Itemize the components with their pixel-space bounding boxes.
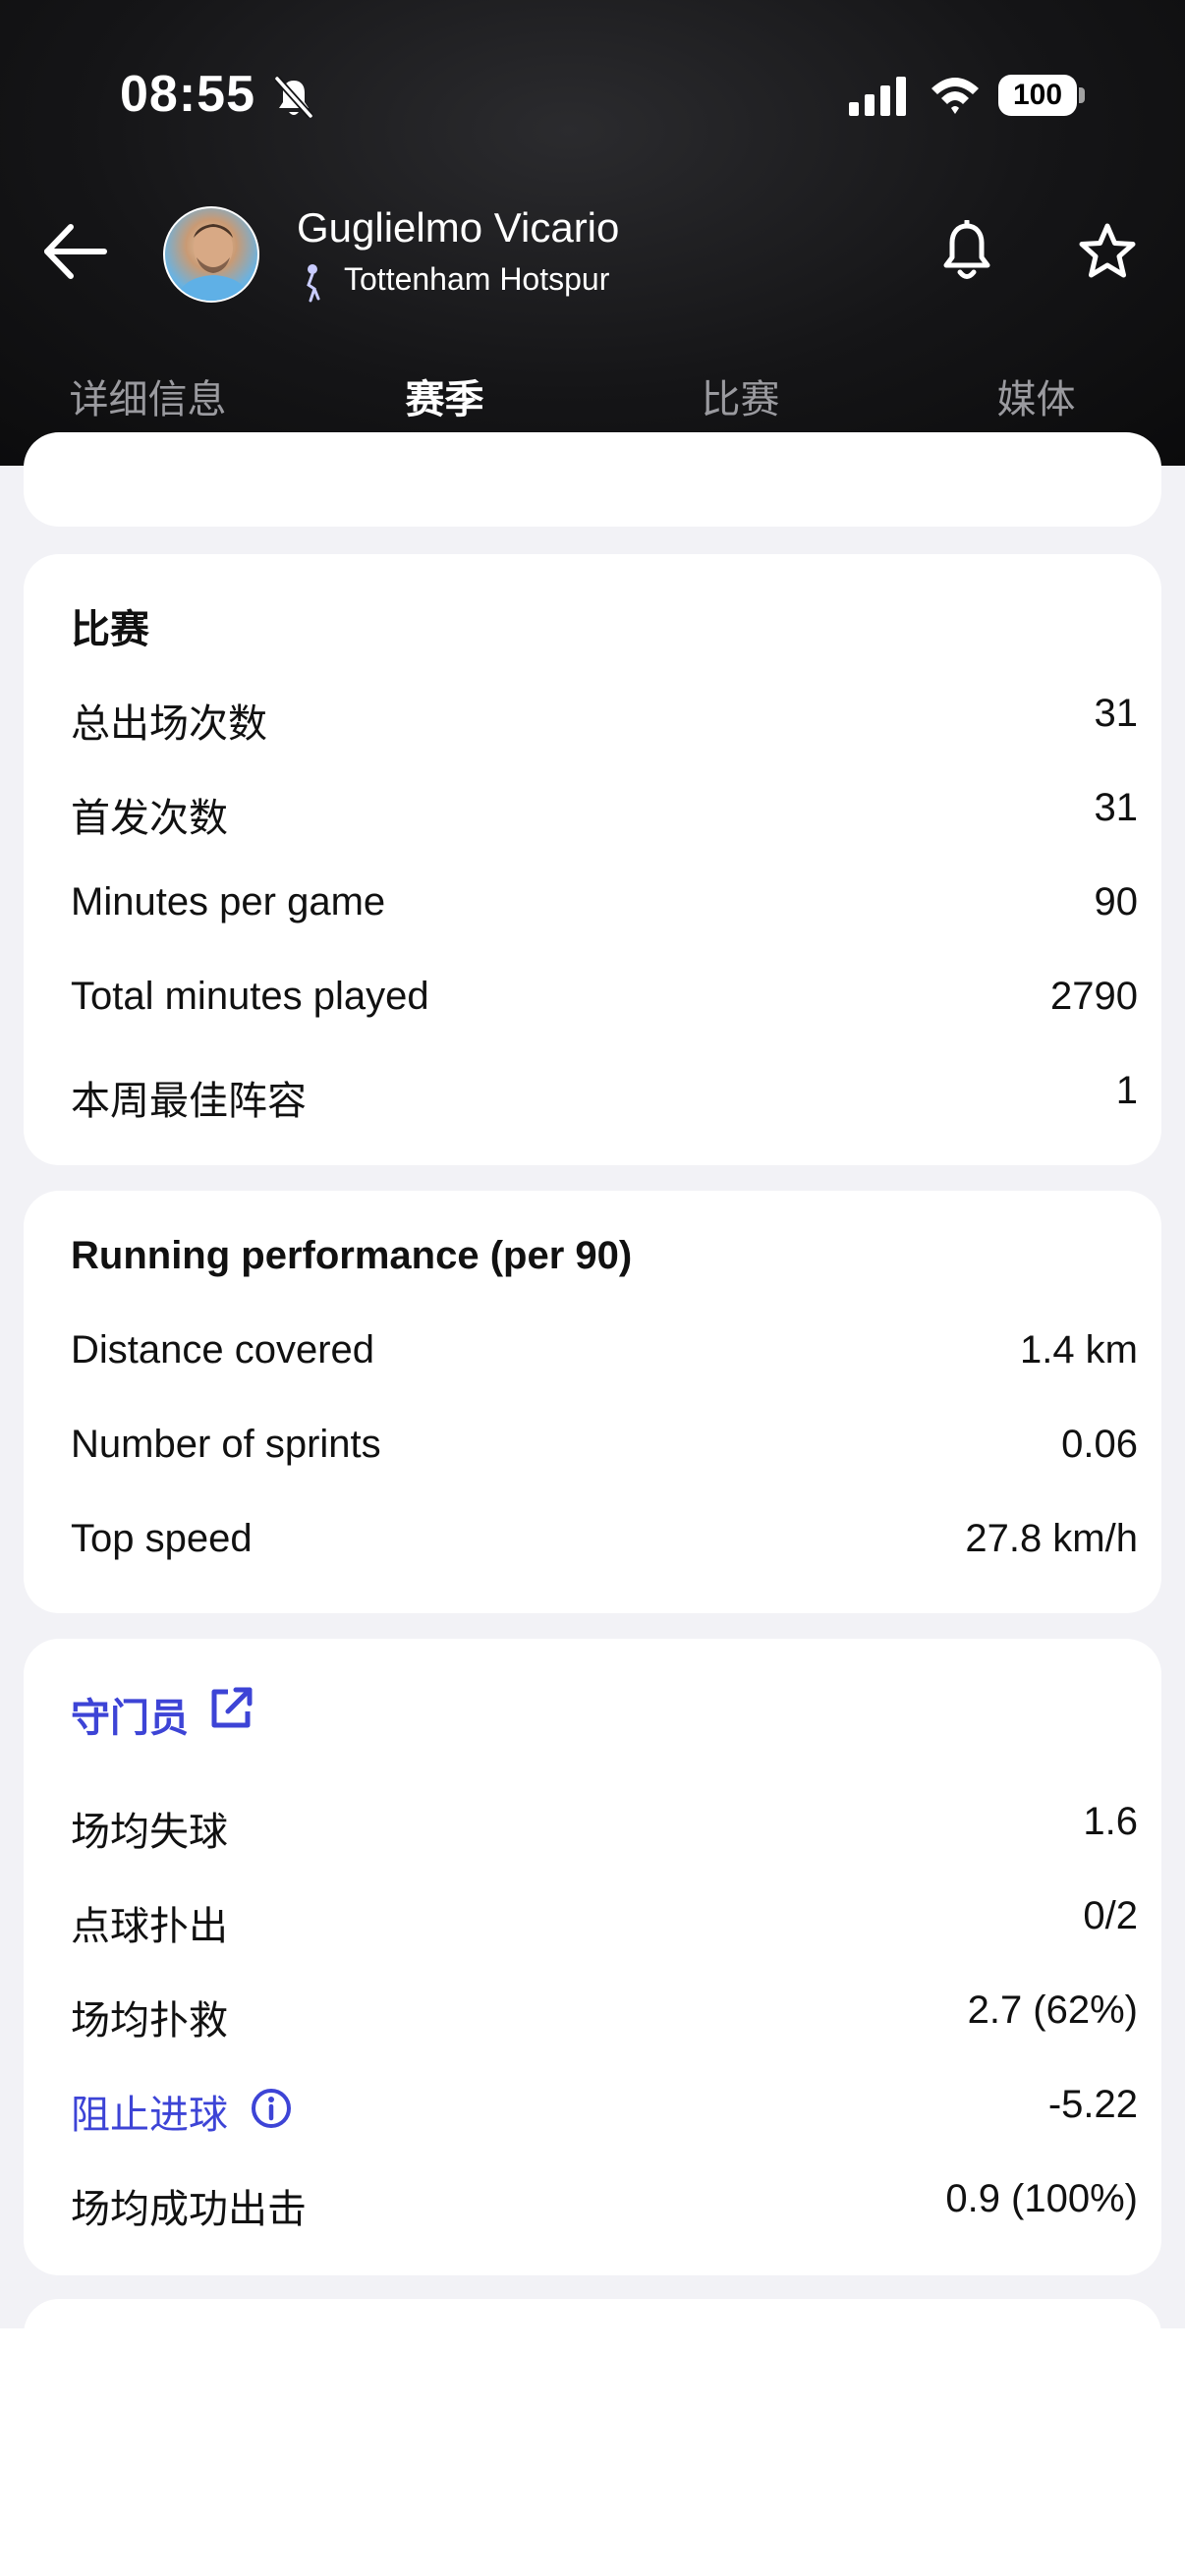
matches-card-title: 比赛 xyxy=(71,608,149,651)
stat-row: 点球扑出 0/2 xyxy=(71,1894,1138,1953)
battery-level: 100 xyxy=(1012,79,1063,111)
stat-row-goals-prevented[interactable]: 阻止进球 -5.22 xyxy=(71,2083,1138,2142)
stat-label: Total minutes played xyxy=(71,975,429,1018)
stat-label: 场均扑救 xyxy=(71,1999,228,2043)
player-avatar xyxy=(163,206,259,303)
stat-row: Minutes per game 90 xyxy=(71,880,1138,939)
stat-label: 总出场次数 xyxy=(71,702,267,746)
goalkeeper-card-title[interactable]: 守门员 xyxy=(71,1686,189,1743)
stat-value: 31 xyxy=(1094,692,1139,735)
goalkeeper-card: 守门员 场均失球 1.6 点球扑出 0/2 场均扑救 2.7 (62%) 阻止进… xyxy=(24,1639,1161,2275)
star-icon[interactable] xyxy=(1077,222,1138,281)
stat-label: Top speed xyxy=(71,1517,253,1560)
stat-value: 0/2 xyxy=(1083,1894,1138,1937)
player-name: Guglielmo Vicario xyxy=(297,204,620,251)
stat-label: 场均成功出击 xyxy=(71,2188,307,2231)
avatar-portrait xyxy=(175,224,252,301)
club-name[interactable]: Tottenham Hotspur xyxy=(344,261,609,298)
stat-value: 0.9 (100%) xyxy=(945,2177,1138,2220)
stat-label: 本周最佳阵容 xyxy=(71,1080,307,1123)
battery-icon: 100 xyxy=(998,75,1077,116)
stat-value: 2790 xyxy=(1050,975,1138,1018)
stat-row: 场均扑救 2.7 (62%) xyxy=(71,1988,1138,2047)
club-crest-icon xyxy=(307,264,320,303)
stat-row: 场均失球 1.6 xyxy=(71,1800,1138,1859)
stat-label: 点球扑出 xyxy=(71,1905,228,1948)
stat-value: -5.22 xyxy=(1047,2083,1138,2126)
stat-value: 1.6 xyxy=(1083,1800,1138,1843)
running-card-title: Running performance (per 90) xyxy=(71,1234,633,1277)
stat-label: Number of sprints xyxy=(71,1423,381,1466)
stat-label: 场均失球 xyxy=(71,1811,228,1854)
stat-value: 27.8 km/h xyxy=(965,1517,1138,1560)
stat-row: 首发次数 31 xyxy=(71,786,1138,845)
stat-row: 本周最佳阵容 1 xyxy=(71,1069,1138,1128)
stat-label: 首发次数 xyxy=(71,797,228,840)
wifi-icon xyxy=(931,78,979,114)
bottom-fill xyxy=(0,2328,1185,2576)
stat-value: 1 xyxy=(1115,1069,1138,1112)
signal-icon xyxy=(849,77,906,116)
back-arrow-icon[interactable] xyxy=(39,221,110,282)
stat-row: 场均成功出击 0.9 (100%) xyxy=(71,2177,1138,2236)
bell-icon[interactable] xyxy=(939,220,994,285)
stat-label[interactable]: 阻止进球 xyxy=(71,2083,228,2140)
stat-value: 1.4 km xyxy=(1019,1328,1138,1372)
stat-row: Distance covered 1.4 km xyxy=(71,1328,1138,1387)
external-link-icon[interactable] xyxy=(208,1686,254,1731)
app-header: 08:55 100 Guglielmo Vicario Tottenham Ho… xyxy=(0,0,1185,466)
stat-row: Total minutes played 2790 xyxy=(71,975,1138,1034)
matches-card: 比赛 总出场次数 31 首发次数 31 Minutes per game 90 … xyxy=(24,554,1161,1165)
stat-row: Number of sprints 0.06 xyxy=(71,1423,1138,1482)
status-bar: 08:55 100 xyxy=(0,0,1185,196)
battery-tip xyxy=(1079,87,1085,103)
stat-value: 2.7 (62%) xyxy=(967,1988,1138,2032)
stat-value: 90 xyxy=(1094,880,1139,924)
stat-value: 31 xyxy=(1094,786,1139,829)
stat-row: 总出场次数 31 xyxy=(71,692,1138,751)
previous-card xyxy=(24,432,1161,527)
stat-value: 0.06 xyxy=(1061,1423,1138,1466)
info-icon[interactable] xyxy=(250,2087,293,2130)
stat-row: Top speed 27.8 km/h xyxy=(71,1517,1138,1576)
running-card: Running performance (per 90) Distance co… xyxy=(24,1191,1161,1613)
player-nav: Guglielmo Vicario Tottenham Hotspur xyxy=(0,196,1185,314)
bell-slash-icon xyxy=(274,76,313,119)
stat-label: Distance covered xyxy=(71,1328,375,1372)
stat-label: Minutes per game xyxy=(71,880,386,924)
status-time: 08:55 xyxy=(120,66,255,123)
